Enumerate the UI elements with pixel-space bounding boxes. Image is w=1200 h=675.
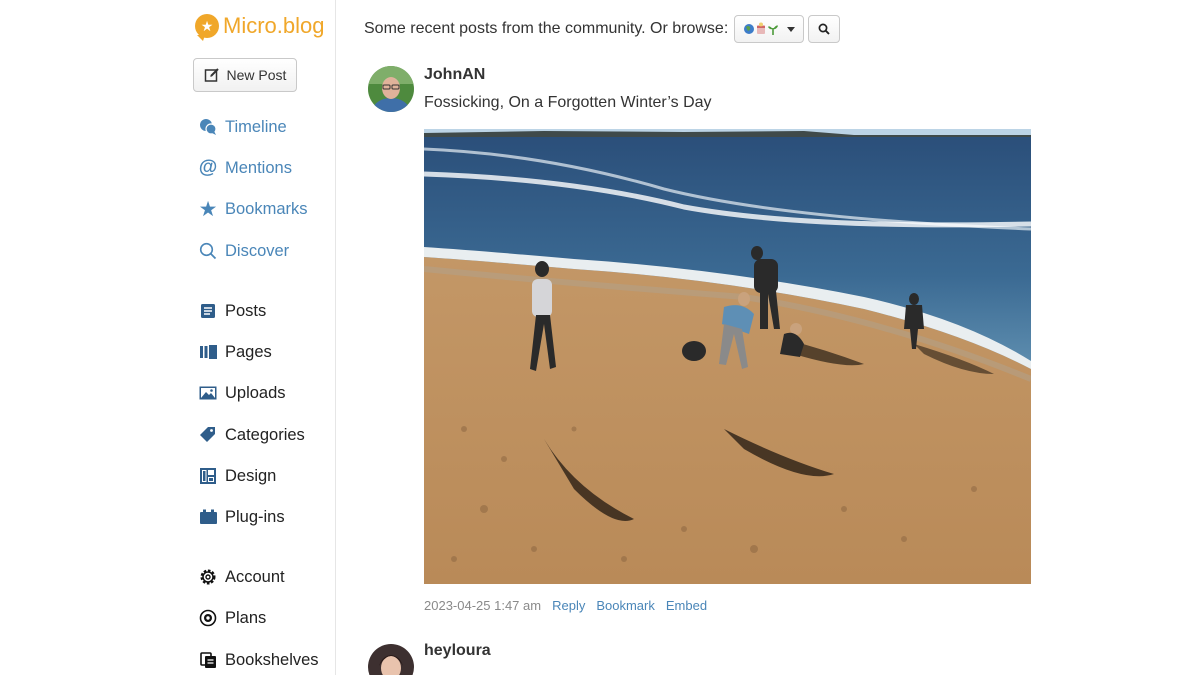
search-icon [198, 241, 218, 261]
discover-header: Some recent posts from the community. Or… [364, 15, 841, 43]
sidebar-item-mentions[interactable]: @ Mentions [198, 157, 292, 178]
pages-icon [198, 342, 218, 362]
sidebar: ★ Micro.blog New Post Timeline @ Mention… [0, 0, 336, 675]
sidebar-item-plugins[interactable]: Plug-ins [198, 507, 285, 527]
sidebar-item-posts[interactable]: Posts [198, 301, 266, 321]
star-icon: ★ [198, 197, 218, 221]
sidebar-item-discover[interactable]: Discover [198, 241, 289, 261]
sidebar-item-uploads[interactable]: Uploads [198, 383, 286, 403]
embed-link[interactable]: Embed [666, 598, 707, 613]
search-icon [818, 23, 830, 35]
sidebar-item-label: Timeline [225, 117, 287, 136]
chevron-down-icon [787, 26, 796, 32]
sidebar-item-account[interactable]: Account [198, 567, 285, 587]
post-timestamp[interactable]: 2023-04-25 1:47 am [424, 598, 541, 613]
search-button[interactable] [808, 15, 841, 43]
at-sign-icon: @ [198, 157, 218, 178]
sidebar-item-categories[interactable]: Categories [198, 425, 305, 445]
sidebar-item-label: Discover [225, 241, 290, 260]
plans-icon [198, 608, 218, 628]
sidebar-item-label: Mentions [225, 158, 292, 177]
books-icon [198, 650, 218, 670]
timeline-post: JohnAN Fossicking, On a Forgotten Winter… [368, 66, 1068, 626]
chat-bubbles-icon [198, 117, 218, 137]
layout-icon [198, 466, 218, 486]
new-post-button[interactable]: New Post [193, 58, 297, 92]
sidebar-item-label: Pages [225, 342, 272, 361]
new-post-label: New Post [226, 67, 287, 83]
app-name: Micro.blog [223, 13, 325, 38]
plugin-icon [198, 507, 218, 527]
emoji-topics-icon [744, 22, 779, 35]
browse-emoji-dropdown[interactable] [734, 15, 805, 43]
sidebar-item-label: Design [225, 466, 277, 485]
sidebar-item-label: Categories [225, 425, 305, 444]
image-icon [198, 383, 218, 403]
document-icon [198, 301, 218, 321]
post-meta: 2023-04-25 1:47 am Reply Bookmark Embed [424, 598, 707, 613]
sidebar-item-label: Account [225, 567, 285, 586]
post-author[interactable]: heyloura [424, 642, 491, 660]
sidebar-item-label: Bookshelves [225, 650, 319, 669]
sidebar-item-label: Posts [225, 301, 267, 320]
sidebar-item-design[interactable]: Design [198, 466, 276, 486]
timeline-post: heyloura [368, 642, 1068, 675]
sidebar-item-timeline[interactable]: Timeline [198, 117, 287, 137]
app-logo[interactable]: ★ Micro.blog [195, 13, 325, 41]
compose-icon [204, 68, 219, 82]
bookmark-link[interactable]: Bookmark [596, 598, 655, 613]
sidebar-item-label: Bookmarks [225, 199, 308, 218]
post-text: Fossicking, On a Forgotten Winter’s Day [424, 94, 712, 111]
avatar[interactable] [368, 644, 414, 675]
tag-icon [198, 425, 218, 445]
post-author[interactable]: JohnAN [424, 66, 485, 84]
sidebar-item-label: Uploads [225, 383, 286, 402]
intro-text: Some recent posts from the community. Or… [364, 20, 729, 37]
sidebar-item-bookmarks[interactable]: ★ Bookmarks [198, 197, 308, 221]
sidebar-item-label: Plug-ins [225, 507, 285, 526]
sidebar-item-bookshelves[interactable]: Bookshelves [198, 650, 319, 670]
gear-icon [198, 567, 218, 587]
sidebar-item-label: Plans [225, 608, 267, 627]
post-photo[interactable] [424, 129, 1031, 584]
sidebar-item-pages[interactable]: Pages [198, 342, 272, 362]
sidebar-item-plans[interactable]: Plans [198, 608, 266, 628]
reply-link[interactable]: Reply [552, 598, 585, 613]
star-badge-icon: ★ [195, 14, 219, 41]
avatar[interactable] [368, 66, 414, 112]
